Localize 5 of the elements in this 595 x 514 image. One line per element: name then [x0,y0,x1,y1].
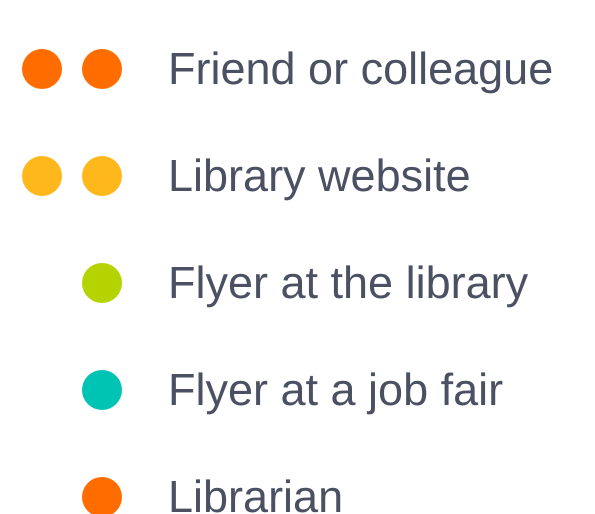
legend-label: Librarian [168,470,344,514]
legend-label: Flyer at the library [168,256,528,308]
legend-label: Library website [168,150,471,202]
legend-label: Flyer at a job fair [168,364,504,416]
legend-label: Friend or colleague [168,42,554,94]
